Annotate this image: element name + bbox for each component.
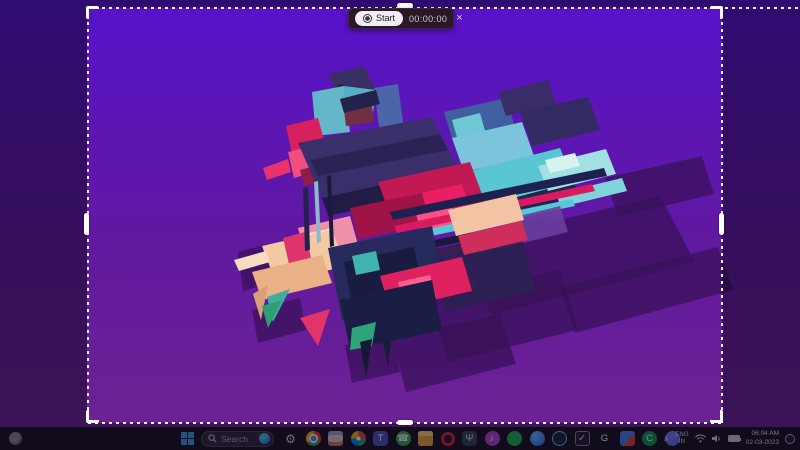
dim-overlay-left (0, 8, 87, 423)
wallpaper-art-3d-object (0, 0, 800, 450)
selection-handle-right[interactable] (719, 213, 724, 235)
record-start-button[interactable]: Start (355, 11, 403, 26)
desktop-screen: ⚙T☎Ψ♪✓GC ∧ ENGIN 06:04 AM02-03-2023 (0, 0, 800, 450)
record-dot-icon (363, 14, 372, 23)
selection-corner-bottom-left[interactable] (86, 410, 99, 423)
dim-overlay-right (722, 8, 800, 423)
recording-timer: 00:00:00 (409, 14, 447, 24)
recorder-toolbar: Start 00:00:00 × (348, 8, 454, 29)
selection-corner-bottom-right[interactable] (710, 410, 723, 423)
dim-overlay-bottom (0, 423, 800, 450)
selection-corner-top-right[interactable] (710, 6, 723, 19)
wallpaper (0, 0, 800, 450)
selection-handle-left[interactable] (84, 213, 89, 235)
selection-handle-bottom[interactable] (397, 420, 413, 425)
close-recorder-button[interactable]: × (454, 13, 464, 24)
selection-corner-top-left[interactable] (86, 6, 99, 19)
record-start-label: Start (376, 14, 395, 23)
